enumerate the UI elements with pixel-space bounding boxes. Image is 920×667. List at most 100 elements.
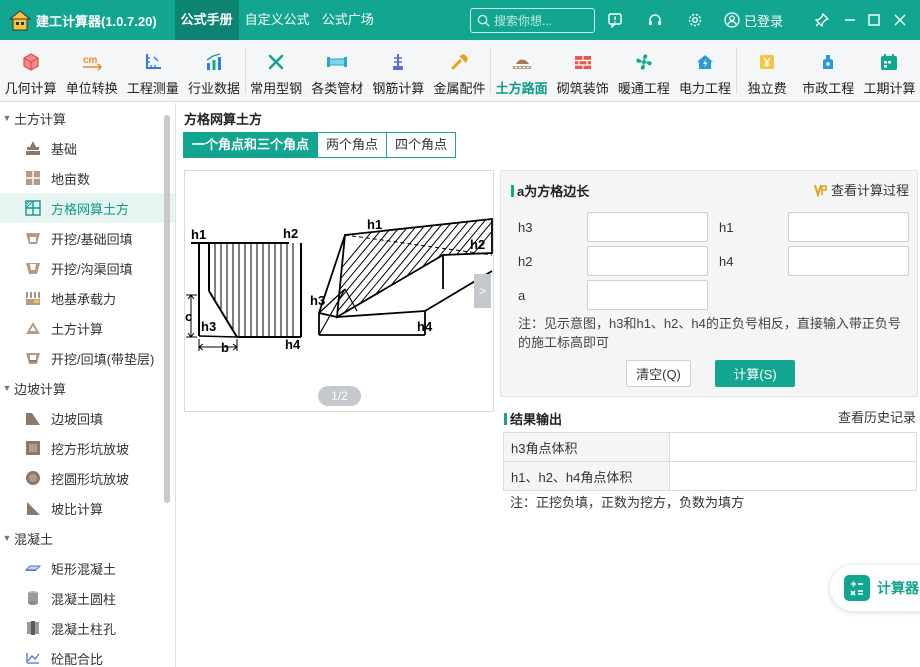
clear-button[interactable]: 清空(Q) xyxy=(626,360,691,387)
tool-pipes[interactable]: 各类管材 xyxy=(307,40,368,102)
input-panel xyxy=(500,170,918,397)
cube-icon xyxy=(20,51,42,73)
h3-input[interactable] xyxy=(587,212,708,242)
calculate-button[interactable]: 计算(S) xyxy=(715,360,795,387)
grid-earthwork-diagram: h1 h2 h3 h4 c b h1 h2 h3 h4 xyxy=(185,217,493,355)
tool-independent-fee[interactable]: 独立费 xyxy=(737,40,798,102)
brick-icon xyxy=(572,51,594,73)
sidebar-item-concrete-cylinder[interactable]: 混凝土圆柱 xyxy=(0,583,175,613)
gear-icon[interactable] xyxy=(685,10,705,30)
close-icon[interactable] xyxy=(890,10,910,30)
tool-steel[interactable]: 常用型钢 xyxy=(246,40,307,102)
result-label-h1-h2-h4: h1、h2、h4角点体积 xyxy=(503,461,670,491)
sidebar-group-slope[interactable]: ▼ 边坡计算 xyxy=(0,373,175,403)
sidebar-item-excavation-backfill[interactable]: 开挖/基础回填 xyxy=(0,223,175,253)
subtab-four-corners[interactable]: 四个角点 xyxy=(387,132,457,158)
table-row: h3角点体积 xyxy=(503,432,917,462)
sidebar-item-slope-backfill[interactable]: 边坡回填 xyxy=(0,403,175,433)
pin-icon[interactable] xyxy=(812,10,832,30)
result-value-h3 xyxy=(669,432,917,462)
feedback-icon[interactable] xyxy=(605,10,625,30)
tab-formula-manual[interactable]: 公式手册 xyxy=(174,0,239,40)
trench-icon xyxy=(24,259,42,277)
label-h2-left: h2 xyxy=(283,226,298,241)
h1-input[interactable] xyxy=(788,212,909,242)
view-history-link[interactable]: 查看历史记录 xyxy=(838,407,916,426)
subtab-group: 一个角点和三个角点 两个角点 四个角点 xyxy=(183,132,457,158)
label-h3-left: h3 xyxy=(201,319,216,334)
power-icon xyxy=(694,51,716,73)
floating-calculator-button[interactable]: 计算器 xyxy=(830,565,920,611)
results-section-title: 结果输出 xyxy=(504,409,562,428)
sidebar-scrollbar[interactable] xyxy=(164,115,170,503)
round-pit-icon xyxy=(24,469,42,487)
h4-input[interactable] xyxy=(788,246,909,276)
mix-ratio-icon xyxy=(24,649,42,667)
tool-unit-convert[interactable]: cm 单位转换 xyxy=(61,40,122,102)
sidebar-group-concrete[interactable]: ▼ 混凝土 xyxy=(0,523,175,553)
tool-survey[interactable]: 工程测量 xyxy=(122,40,183,102)
pipe-icon xyxy=(326,51,348,73)
sidebar-item-land-area[interactable]: 地亩数 xyxy=(0,163,175,193)
label-h1-left: h1 xyxy=(191,227,206,242)
tool-power[interactable]: 电力工程 xyxy=(674,40,735,102)
earth-icon xyxy=(24,319,42,337)
sidebar: ▼ 土方计算 基础 地亩数 方格网算土方 开挖/基础回填 开挖/沟渠回填 地基承载… xyxy=(0,103,176,667)
sidebar-group-earthwork[interactable]: ▼ 土方计算 xyxy=(0,103,175,133)
field-label-a: a xyxy=(518,288,526,303)
login-label: 已登录 xyxy=(744,13,784,29)
sidebar-item-grid-earthwork[interactable]: 方格网算土方 xyxy=(0,193,175,223)
sidebar-item-earth-calc[interactable]: 土方计算 xyxy=(0,313,175,343)
view-calc-steps-link[interactable]: 查看计算过程 xyxy=(814,180,909,199)
page-title: 方格网算土方 xyxy=(184,112,263,127)
headset-icon[interactable] xyxy=(645,10,665,30)
input-section-title: a为方格边长 xyxy=(511,181,589,200)
diagram-panel: h1 h2 h3 h4 c b h1 h2 h3 h4 1/2 xyxy=(184,170,494,412)
login-status[interactable]: 已登录 xyxy=(724,10,783,30)
sidebar-item-mix-ratio[interactable]: 砼配合比 xyxy=(0,643,175,667)
tool-rebar[interactable]: 钢筋计算 xyxy=(368,40,429,102)
tool-duration[interactable]: 工期计算 xyxy=(859,40,920,102)
sidebar-item-square-pit[interactable]: 挖方形坑放坡 xyxy=(0,433,175,463)
label-c: c xyxy=(185,309,192,324)
tool-municipal[interactable]: 市政工程 xyxy=(798,40,859,102)
field-label-h1: h1 xyxy=(719,220,734,235)
diagram-next-button[interactable]: > xyxy=(474,274,491,308)
search-input[interactable]: 搜索你想... xyxy=(470,8,595,33)
slope-ratio-icon xyxy=(24,499,42,517)
sidebar-item-cushion-backfill[interactable]: 开挖/回填(带垫层) xyxy=(0,343,175,373)
sidebar-item-round-pit[interactable]: 挖圆形坑放坡 xyxy=(0,463,175,493)
app-title: 建工计算器(1.0.7.20) xyxy=(36,13,157,29)
result-value-h1-h2-h4 xyxy=(669,461,917,491)
tool-metal-fittings[interactable]: 金属配件 xyxy=(429,40,490,102)
land-grid-icon xyxy=(24,169,42,187)
h2-input[interactable] xyxy=(587,246,708,276)
label-b: b xyxy=(221,340,229,355)
rebar-icon xyxy=(387,51,409,73)
title-accent-bar xyxy=(511,184,514,197)
slope-icon xyxy=(24,409,42,427)
tab-formula-square[interactable]: 公式广场 xyxy=(316,0,380,40)
tab-custom-formula[interactable]: 自定义公式 xyxy=(239,0,316,40)
tool-geometry[interactable]: 几何计算 xyxy=(0,40,61,102)
sidebar-item-column-hole[interactable]: 混凝土柱孔 xyxy=(0,613,175,643)
app-logo-icon xyxy=(6,6,34,34)
calendar-icon xyxy=(878,51,900,73)
sidebar-item-bearing-capacity[interactable]: 地基承载力 xyxy=(0,283,175,313)
sidebar-item-rect-concrete[interactable]: 矩形混凝土 xyxy=(0,553,175,583)
fitting-icon xyxy=(449,51,471,73)
subtab-one-and-three-corners[interactable]: 一个角点和三个角点 xyxy=(183,132,319,158)
subtab-two-corners[interactable]: 两个角点 xyxy=(318,132,388,158)
tool-masonry[interactable]: 砌筑装饰 xyxy=(552,40,613,102)
bearing-icon xyxy=(24,289,42,307)
tool-industry-data[interactable]: 行业数据 xyxy=(183,40,244,102)
maximize-icon[interactable] xyxy=(864,10,884,30)
sidebar-item-slope-ratio[interactable]: 坡比计算 xyxy=(0,493,175,523)
sidebar-item-foundation[interactable]: 基础 xyxy=(0,133,175,163)
tool-hvac[interactable]: 暖通工程 xyxy=(613,40,674,102)
excavation-icon xyxy=(24,229,42,247)
tool-earthwork-road[interactable]: 土方路面 xyxy=(491,40,552,102)
a-input[interactable] xyxy=(587,280,708,310)
sidebar-item-trench-backfill[interactable]: 开挖/沟渠回填 xyxy=(0,253,175,283)
minimize-icon[interactable] xyxy=(840,10,860,30)
